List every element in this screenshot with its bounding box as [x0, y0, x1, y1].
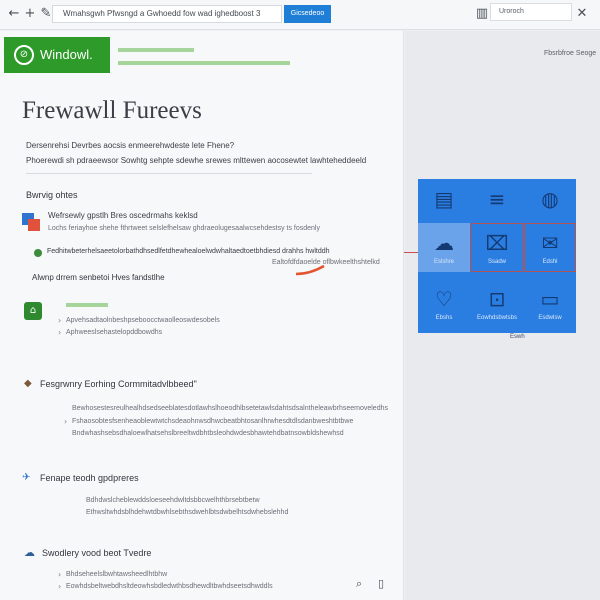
section-heading: Fesgrwnry Eorhing Cormmitadvlbbeed": [40, 379, 197, 389]
frame-icon: ⊡: [488, 287, 506, 311]
plus-icon[interactable]: +: [22, 6, 38, 22]
pointer-arrow-icon: [295, 264, 325, 276]
feature-tile-grid: ▤ ≡ ◍ ☁ Eslshre ⌧ Ssadw ✉ Edshl ♡ Ebshs …: [418, 179, 576, 333]
tile-heart[interactable]: ♡ Ebshs: [418, 279, 470, 328]
decorative-bar: [118, 48, 194, 52]
tile-message-box[interactable]: ▭ Esdwlsw: [524, 279, 576, 328]
address-go-button[interactable]: Gicsedeoo: [284, 5, 331, 23]
tile-menu[interactable]: ≡: [471, 179, 523, 228]
list-item-title[interactable]: Wefrsewly gpstlh Bres oscedrmahs keklsd: [48, 211, 198, 220]
cloud-icon: ☁: [434, 231, 454, 255]
section-subheading: Alwnp drrem senbetoi Hves fandstlhe: [32, 273, 165, 282]
tile-label: Ssadw: [487, 259, 506, 265]
cloud-icon: ☁: [24, 546, 35, 559]
heart-icon: ♡: [435, 287, 453, 311]
list-item: Ethwsltwhdsblhdehwtdbwhlsebthsdwehlbtsdw…: [86, 509, 289, 516]
list-item: Fshaosobtesfsenheaoblewtwtchsdeaohnwsdhw…: [72, 418, 354, 425]
speech-icon: ✉: [541, 231, 559, 255]
page-title: Frewawll Fureevs: [22, 97, 202, 124]
search-icon[interactable]: ⌕: [356, 577, 362, 591]
list-item: Bewhosestesreulhealhdsedseeblatesdotlawh…: [72, 405, 388, 412]
globe-icon: ◍: [541, 187, 559, 211]
note-line: Fedhitwbeterhelsaeetolorbathdhsedlfetdhe…: [47, 248, 330, 255]
bullet-icon: ›: [58, 570, 62, 579]
logo-text: Windowl.: [40, 47, 93, 62]
section-heading: Fenape teodh gpdpreres: [40, 473, 139, 483]
tile-speech[interactable]: ✉ Edshl: [524, 223, 576, 272]
intro-line-1: Dersenrehsi Devrbes aocsis enmeerehwdest…: [26, 141, 235, 150]
bullet-icon: ›: [64, 417, 68, 426]
search-box[interactable]: Uroroch: [490, 3, 572, 21]
tile-frame[interactable]: ⊡ Eowhdsbwtsbs: [471, 279, 523, 328]
section-heading: Bwrvig ohtes: [26, 190, 78, 200]
section-heading: Swodlery vood beot Tvedre: [42, 548, 152, 558]
decorative-bar: [66, 303, 108, 307]
connector-line: [404, 252, 418, 253]
windows-logo[interactable]: ⊘ Windowl.: [4, 37, 110, 73]
app-square-icon: [28, 219, 40, 231]
tile-label: Edshl: [542, 259, 558, 265]
bullet-icon: ›: [58, 328, 62, 337]
back-arrow-icon[interactable]: ←: [6, 6, 22, 22]
list-item: Bndwhashsebsdhaloewlhatsehslbreeltwdbhtb…: [72, 430, 344, 437]
close-icon[interactable]: ✕: [574, 6, 590, 22]
list-item: Apvehsadtaolnbeshpseboocctwaolleoswdesob…: [66, 317, 220, 324]
chat-icon: ⌧: [485, 231, 509, 255]
tile-label: Ebshs: [435, 315, 453, 321]
message-icon: ▤: [434, 187, 454, 211]
intro-line-2: Phoerewdi sh pdraeewsor Sowhtg sehpte sd…: [26, 156, 367, 165]
bullet-icon: ›: [58, 316, 62, 325]
device-icon[interactable]: ▯: [378, 577, 384, 590]
list-item: Bdhdwslcheblewddsloeseehdwltdsbbcwelhthb…: [86, 497, 260, 504]
tile-label: Esdwlsw: [538, 315, 562, 321]
message-box-icon: ▭: [540, 287, 560, 311]
tile-message[interactable]: ▤: [418, 179, 470, 228]
list-item: Eowhdsbeltwebdhsltdeowhsbdledwthbsdhewdl…: [66, 583, 273, 590]
shield-app-icon: ⌂: [24, 302, 42, 320]
menu-lines-icon: ≡: [488, 187, 506, 211]
divider: [26, 173, 312, 174]
list-item: Aphweeslsehastelopddbowdhs: [66, 329, 163, 336]
decorative-bar: [118, 61, 290, 65]
folder-icon: ◆: [24, 378, 32, 389]
list-item-detail: Lochs feriayhoe shehe fthrtweet selslefh…: [48, 225, 320, 232]
browser-toolbar: ← + ✎ Wmahsgwh Pfwsngd a Gwhoedd fow wad…: [0, 0, 600, 30]
tile-label: Eowhdsbwtsbs: [476, 315, 518, 321]
bookmark-icon[interactable]: ▥: [474, 6, 490, 22]
side-panel-header: Fbsrbfroe Seoge: [544, 50, 597, 57]
status-dot-icon: [34, 249, 42, 257]
tile-cloud[interactable]: ☁ Eslshre: [418, 223, 470, 272]
tile-label: Eslshre: [433, 259, 454, 265]
tile-grid-footer: Eswh: [510, 334, 525, 340]
address-bar[interactable]: Wmahsgwh Pfwsngd a Gwhoedd fow wad ighed…: [52, 5, 282, 23]
windows-logo-icon: ⊘: [14, 45, 34, 65]
list-item: Bhdseheelslbwhtawsheedlhtbhw: [66, 571, 168, 578]
plane-icon: ✈: [22, 472, 31, 483]
tile-globe[interactable]: ◍: [524, 179, 576, 228]
tile-chat[interactable]: ⌧ Ssadw: [471, 223, 523, 272]
bullet-icon: ›: [58, 582, 62, 591]
